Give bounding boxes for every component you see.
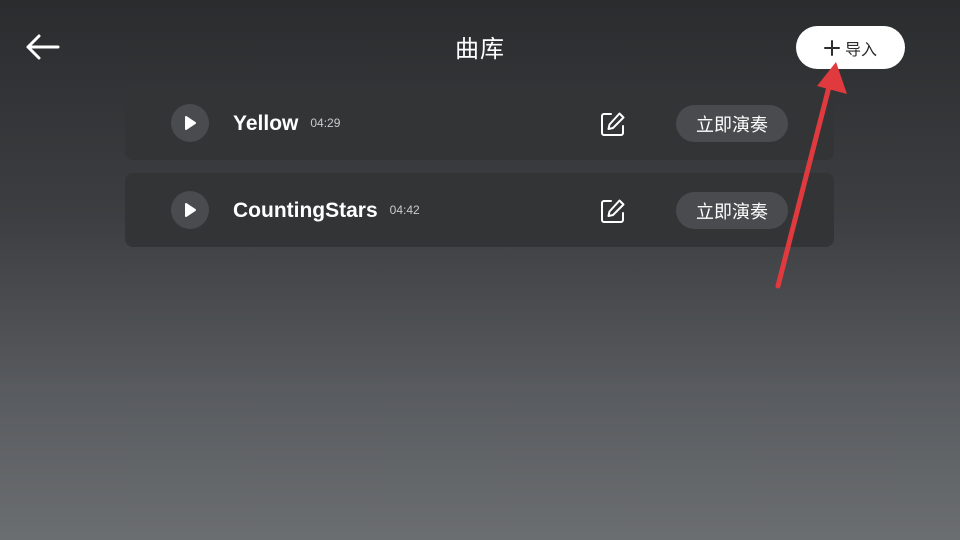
song-name: CountingStars [233, 199, 378, 222]
play-button[interactable] [171, 104, 209, 142]
edit-icon [601, 199, 625, 223]
play-now-button[interactable]: 立即演奏 [676, 105, 788, 142]
song-row: CountingStars 04:42 立即演奏 [125, 173, 834, 247]
edit-icon [601, 112, 625, 136]
import-button-label: 导入 [844, 39, 877, 59]
plus-icon [823, 39, 840, 56]
play-icon [185, 116, 196, 130]
play-icon [185, 203, 196, 217]
play-button[interactable] [171, 191, 209, 229]
song-list: Yellow 04:29 立即演奏 CountingStars 04:42 立即演奏 [125, 86, 834, 260]
edit-button[interactable] [600, 111, 626, 137]
song-row: Yellow 04:29 立即演奏 [125, 86, 834, 160]
edit-button[interactable] [600, 198, 626, 224]
song-duration: 04:42 [389, 203, 420, 217]
song-title: Yellow 04:29 [233, 110, 340, 137]
song-name: Yellow [233, 112, 299, 135]
play-now-button[interactable]: 立即演奏 [676, 192, 788, 229]
import-button[interactable]: 导入 [796, 26, 905, 69]
header: 曲库 导入 [0, 0, 960, 96]
song-duration: 04:29 [310, 116, 341, 130]
song-title: CountingStars 04:42 [233, 197, 420, 224]
